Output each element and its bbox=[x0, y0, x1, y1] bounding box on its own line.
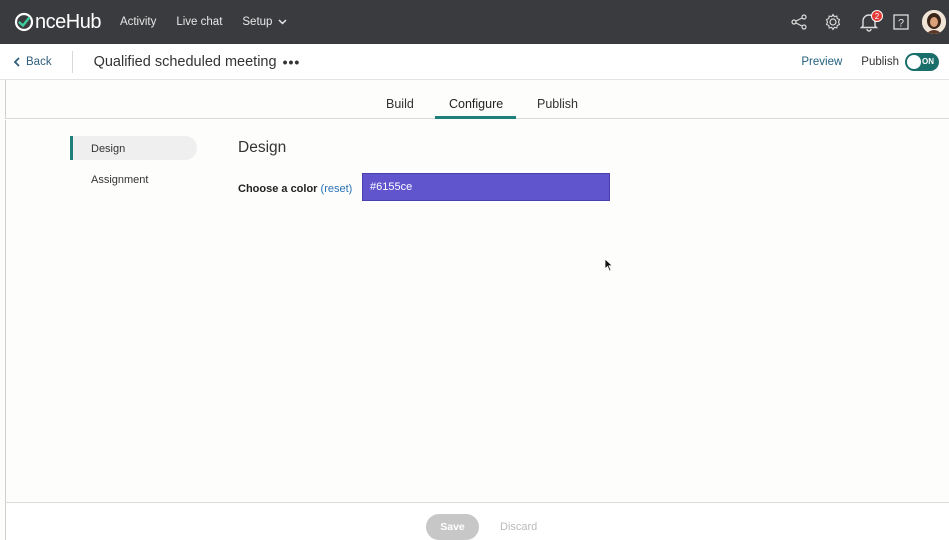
svg-text:?: ? bbox=[898, 18, 904, 30]
color-field-label: Choose a color (reset) bbox=[238, 183, 352, 195]
notification-bell-icon[interactable]: 2 bbox=[856, 9, 883, 35]
share-icon-glyph bbox=[791, 14, 807, 30]
page-title: Qualified scheduled meeting bbox=[93, 53, 277, 70]
tab-bar: Build Configure Publish bbox=[5, 80, 949, 119]
page-header: Back Qualified scheduled meeting ••• Pre… bbox=[0, 44, 949, 80]
nav-live-chat-label: Live chat bbox=[176, 16, 223, 28]
save-button[interactable]: Save bbox=[426, 514, 479, 540]
sidebar-item-design[interactable] bbox=[70, 136, 197, 160]
more-options-button[interactable]: ••• bbox=[283, 54, 301, 70]
nav-setup-label: Setup bbox=[242, 16, 273, 28]
color-value: #6155ce bbox=[370, 181, 413, 193]
sidebar-item-design-label[interactable]: Design bbox=[91, 143, 125, 155]
mouse-cursor-icon bbox=[604, 258, 614, 272]
preview-link[interactable]: Preview bbox=[801, 56, 842, 68]
publish-toggle[interactable]: ON bbox=[905, 52, 939, 71]
oncehub-logo[interactable]: nceHub bbox=[14, 11, 101, 34]
publish-label: Publish bbox=[861, 55, 899, 68]
chevron-left-icon bbox=[13, 56, 20, 67]
action-footer: Save Discard bbox=[5, 502, 949, 540]
reset-color-link[interactable]: (reset) bbox=[321, 183, 353, 195]
main-content: Design Assignment Design Choose a color … bbox=[5, 120, 949, 502]
header-actions: Preview Publish ON bbox=[801, 52, 939, 71]
logo-text: nceHub bbox=[35, 10, 101, 33]
gear-icon-glyph bbox=[825, 13, 841, 31]
toggle-on-label: ON bbox=[922, 56, 934, 66]
help-icon-glyph: ? bbox=[893, 14, 909, 30]
chevron-down-icon bbox=[278, 19, 287, 25]
nav-activity-label: Activity bbox=[119, 16, 157, 28]
toggle-knob bbox=[907, 54, 921, 69]
user-avatar[interactable] bbox=[922, 10, 946, 34]
settings-gear-icon[interactable] bbox=[820, 9, 846, 35]
tab-publish[interactable]: Publish bbox=[537, 97, 578, 111]
help-icon[interactable]: ? bbox=[888, 9, 914, 35]
back-label: Back bbox=[26, 55, 52, 68]
discard-button[interactable]: Discard bbox=[500, 521, 537, 533]
nav-setup[interactable]: Setup bbox=[242, 16, 287, 28]
nav-right-icons: 2 ? bbox=[786, 0, 949, 44]
share-icon[interactable] bbox=[786, 9, 812, 35]
logo-check-icon bbox=[14, 12, 34, 32]
section-title: Design bbox=[238, 139, 287, 156]
back-button[interactable]: Back bbox=[13, 56, 52, 68]
avatar-image bbox=[922, 10, 946, 34]
notification-badge: 2 bbox=[871, 10, 883, 22]
tab-build[interactable]: Build bbox=[386, 97, 414, 111]
nav-activity[interactable]: Activity bbox=[120, 16, 156, 28]
active-tab-indicator bbox=[435, 116, 516, 119]
color-label-text: Choose a color bbox=[238, 183, 318, 195]
top-navigation-bar: nceHub Activity Live chat Setup 2 ? bbox=[0, 0, 949, 44]
divider bbox=[71, 50, 73, 73]
nav-live-chat[interactable]: Live chat bbox=[176, 16, 222, 28]
color-picker-input[interactable]: #6155ce bbox=[362, 173, 610, 201]
tab-configure[interactable]: Configure bbox=[449, 97, 503, 111]
sidebar-item-assignment[interactable]: Assignment bbox=[91, 174, 148, 186]
